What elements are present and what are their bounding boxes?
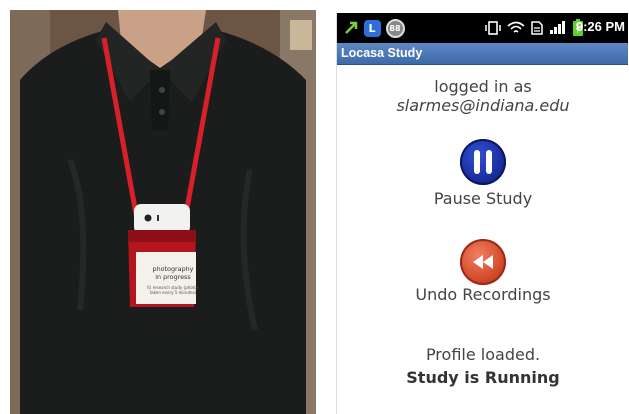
app-title-bar: Locasa Study [337, 43, 628, 65]
app-notification-icon: L [363, 18, 381, 38]
card-text-line2: in progress [155, 273, 191, 281]
wifi-icon [507, 18, 525, 38]
vibrate-icon [485, 18, 501, 38]
app-title: Locasa Study [341, 46, 423, 60]
logged-in-label: logged in as [434, 77, 532, 96]
usb-debug-icon [343, 18, 359, 38]
card-text-line1: photography [152, 265, 194, 273]
status-time: 9:26 PM [575, 19, 625, 34]
rewind-icon [473, 255, 493, 269]
pause-icon-bar-right [486, 150, 492, 174]
sd-card-icon [530, 18, 544, 38]
person-photo [10, 10, 316, 414]
undo-recordings-button[interactable] [460, 239, 506, 285]
pause-study-label[interactable]: Pause Study [337, 189, 628, 208]
pause-study-button[interactable] [460, 139, 506, 185]
study-status: Study is Running [406, 368, 560, 387]
card-text-line3: IU research study (photos taken every 5 … [147, 285, 199, 295]
phone-screen: L 88 9:26 PM Locasa Study logged in as s… [336, 13, 628, 414]
undo-recordings-label[interactable]: Undo Recordings [337, 285, 628, 304]
status-bar: L 88 9:26 PM [337, 13, 628, 43]
pause-icon-bar-left [474, 150, 480, 174]
profile-status: Profile loaded. [425, 345, 541, 364]
photo-panel: photography in progress IU research stud… [10, 10, 316, 414]
screenshot-composite: photography in progress IU research stud… [0, 0, 629, 414]
user-email: slarmes@indiana.edu [396, 96, 570, 115]
signal-icon [549, 18, 567, 38]
battery-percent-badge-icon: 88 [385, 18, 405, 38]
